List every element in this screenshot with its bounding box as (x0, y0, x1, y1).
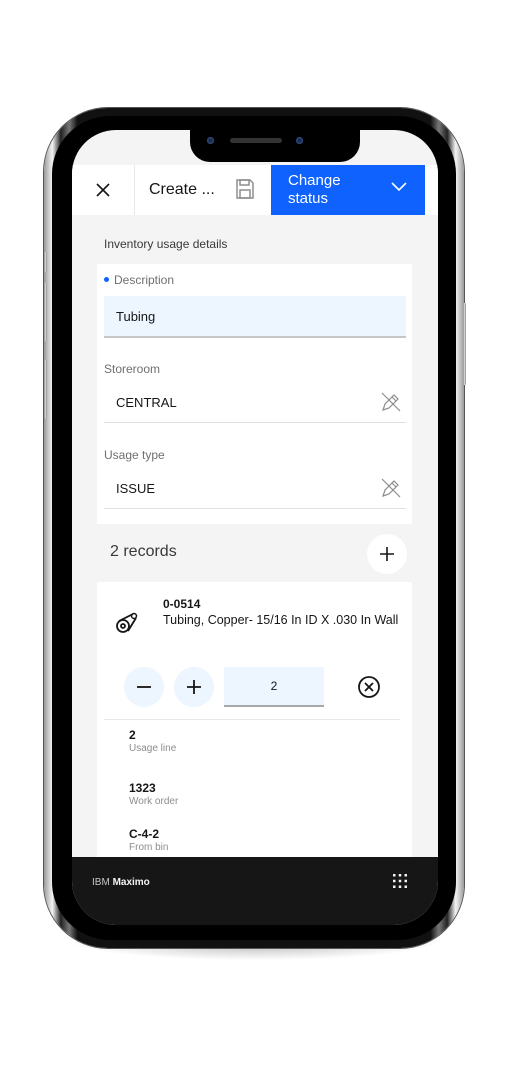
close-icon (96, 183, 110, 197)
plus-icon (187, 680, 201, 694)
detail-value: 2 (129, 728, 136, 742)
item-description: Tubing, Copper- 15/16 In ID X .030 In Wa… (163, 613, 399, 627)
save-button[interactable] (235, 178, 255, 205)
page-title: Create ... (149, 181, 215, 198)
notch (190, 130, 360, 162)
tubing-item-icon (116, 612, 138, 633)
usage-type-value: ISSUE (116, 481, 156, 496)
close-button[interactable] (72, 165, 135, 215)
brand-logo: IBM Maximo (92, 877, 150, 888)
detail-usage-line: 2 Usage line (129, 728, 176, 755)
description-input[interactable]: Tubing (104, 296, 406, 338)
chevron-down-icon (391, 182, 407, 192)
description-label-text: Description (114, 273, 175, 287)
save-icon (236, 179, 254, 199)
remove-circle-icon[interactable] (357, 675, 381, 699)
quantity-input[interactable]: 2 (224, 667, 324, 707)
section-title: Inventory usage details (104, 237, 228, 251)
volume-up-button (44, 283, 47, 341)
brand-prefix: IBM (92, 877, 110, 888)
records-count: 2 records (110, 543, 177, 560)
speaker (230, 138, 282, 143)
app-header: Create ... Change status (72, 165, 438, 215)
detail-work-order: 1323 Work order (129, 781, 178, 808)
change-status-button[interactable]: Change status (271, 165, 425, 215)
edit-disabled-icon (381, 478, 401, 498)
volume-down-button (44, 360, 47, 418)
plus-icon (380, 547, 394, 561)
storeroom-field[interactable]: CENTRAL (104, 382, 406, 423)
mute-switch (44, 252, 47, 272)
app-footer: IBM Maximo (72, 857, 438, 925)
divider (104, 719, 400, 720)
detail-value: C-4-2 (129, 827, 160, 841)
sensor (296, 137, 303, 144)
brand-name: Maximo (112, 877, 150, 888)
detail-value: 1323 (129, 781, 156, 795)
change-status-label: Change status (288, 172, 341, 207)
power-button (463, 303, 466, 385)
app-switcher-icon[interactable] (392, 873, 408, 889)
item-id: 0-0514 (163, 597, 201, 611)
camera (207, 137, 214, 144)
storeroom-value: CENTRAL (116, 395, 177, 410)
description-label: Description (104, 273, 174, 287)
detail-from-bin: C-4-2 From bin (129, 827, 168, 854)
edit-disabled-icon (381, 392, 401, 412)
decrement-button[interactable] (124, 667, 164, 707)
record-card: 0-0514 Tubing, Copper- 15/16 In ID X .03… (97, 582, 412, 862)
required-indicator (104, 277, 109, 283)
detail-label: Work order (129, 796, 179, 807)
usage-type-label: Usage type (104, 448, 165, 462)
detail-label: Usage line (129, 743, 177, 754)
storeroom-label: Storeroom (104, 362, 161, 376)
increment-button[interactable] (174, 667, 214, 707)
description-value: Tubing (116, 309, 156, 324)
detail-label: From bin (129, 842, 169, 853)
phone-screen: Create ... Change status Inventory usage… (72, 130, 438, 925)
usage-type-field[interactable]: ISSUE (104, 468, 406, 509)
add-record-button[interactable] (367, 534, 407, 574)
details-card: Description Tubing Storeroom CENTRAL Usa… (97, 264, 412, 524)
minus-icon (137, 686, 151, 688)
